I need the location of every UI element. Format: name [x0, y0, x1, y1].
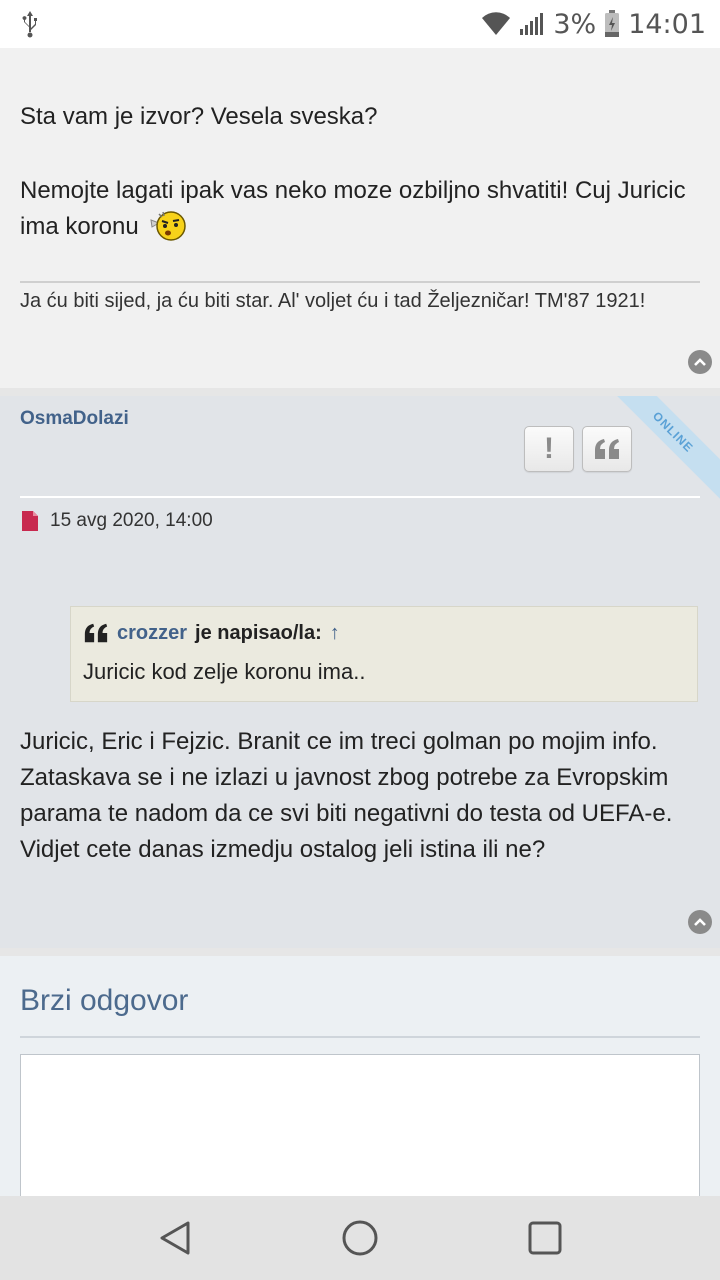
signature-divider — [20, 281, 700, 283]
post-date: 15 avg 2020, 14:00 — [50, 510, 213, 531]
quoted-user-link[interactable]: crozzer — [117, 622, 187, 645]
post-body: Juricic, Eric i Fejzic. Branit ce im tre… — [20, 728, 673, 863]
battery-percent: 3% — [553, 8, 597, 40]
back-to-top-button[interactable] — [688, 350, 712, 374]
quote-mark-icon — [84, 623, 108, 643]
usb-icon — [22, 11, 37, 38]
status-bar: 3% 14:01 — [0, 0, 720, 48]
whistling-smiley-icon — [150, 211, 187, 241]
back-triangle-icon — [160, 1221, 190, 1255]
post: OsmaDolazi ONLINE ! 15 avg 2020, 14:00 c… — [0, 396, 720, 948]
chevron-up-icon — [694, 918, 706, 926]
post-text-line: Sta vam je izvor? Vesela sveska? — [20, 103, 378, 130]
post-permalink[interactable]: 15 avg 2020, 14:00 — [20, 508, 213, 534]
signal-icon — [520, 13, 544, 35]
post-previous: Sta vam je izvor? Vesela sveska? Nemojte… — [0, 40, 720, 388]
report-button[interactable]: ! — [524, 426, 574, 472]
recent-apps-button[interactable] — [525, 1218, 565, 1258]
quote-block: crozzer je napisao/la: ↑ Juricic kod zel… — [70, 606, 698, 702]
quote-icon — [595, 439, 619, 459]
quick-reply-textarea[interactable] — [20, 1054, 700, 1214]
post-author-link[interactable]: OsmaDolazi — [20, 408, 129, 430]
home-button[interactable] — [340, 1218, 380, 1258]
quote-source-link[interactable]: ↑ — [330, 622, 340, 645]
quote-header: crozzer je napisao/la: ↑ — [83, 621, 340, 645]
user-signature: Ja ću biti sijed, ja ću biti star. Al' v… — [20, 290, 646, 312]
file-icon — [22, 511, 38, 531]
exclamation-icon: ! — [544, 432, 554, 465]
post-text-paragraph: Nemojte lagati ipak vas neko moze ozbilj… — [20, 173, 700, 245]
battery-icon — [605, 10, 620, 37]
chevron-up-icon — [694, 358, 706, 366]
clock: 14:01 — [628, 8, 706, 40]
quick-reply-title: Brzi odgovor — [20, 984, 189, 1017]
back-to-top-button[interactable] — [688, 910, 712, 934]
wifi-icon — [482, 12, 511, 36]
recents-square-icon — [528, 1221, 562, 1255]
quick-reply-panel: Brzi odgovor — [0, 956, 720, 1214]
home-circle-icon — [342, 1220, 378, 1256]
quick-reply-divider — [20, 1036, 700, 1038]
post-text: Nemojte lagati ipak vas neko moze ozbilj… — [20, 177, 686, 240]
quoted-text: Juricic kod zelje koronu ima.. — [83, 659, 366, 684]
back-button[interactable] — [155, 1218, 195, 1258]
navigation-bar — [0, 1196, 720, 1280]
post-header-divider — [20, 496, 700, 498]
quote-wrote-label: je napisao/la: — [195, 621, 322, 644]
quote-button[interactable] — [582, 426, 632, 472]
